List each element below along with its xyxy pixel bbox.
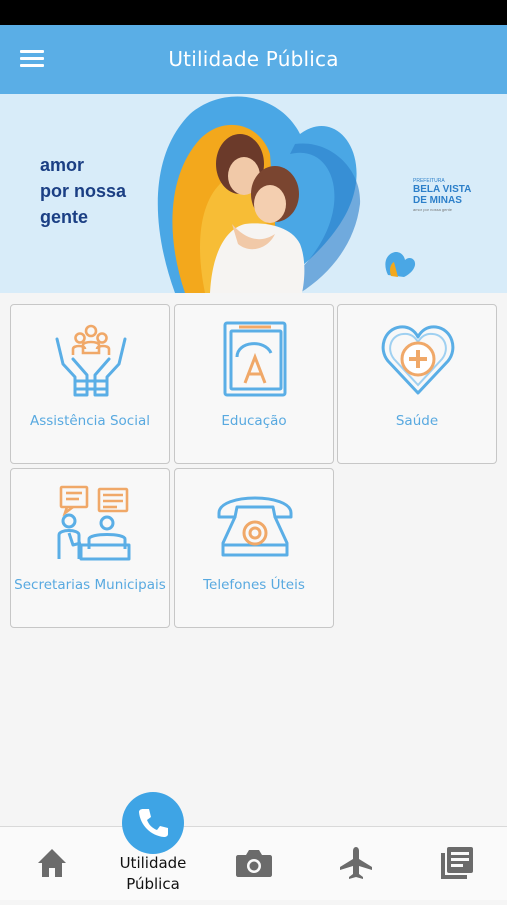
- banner-slogan-line: gente: [40, 207, 89, 227]
- app-bar: Utilidade Pública: [0, 25, 507, 94]
- tile-label: Saúde: [395, 413, 439, 429]
- nav-active-label: Utilidade Pública: [103, 853, 203, 895]
- nav-home[interactable]: [22, 827, 82, 901]
- page-title: Utilidade Pública: [168, 47, 339, 71]
- tile-secretarias-municipais[interactable]: Secretarias Municipais: [10, 468, 170, 628]
- nav-news[interactable]: [426, 827, 486, 901]
- status-bar: [0, 0, 507, 25]
- banner-slogan: amor por nossa gente: [40, 152, 126, 230]
- tile-saude[interactable]: Saúde: [337, 304, 497, 464]
- nav-active-label-line: Pública: [126, 875, 180, 893]
- logo-line-de-minas: DE MINAS: [413, 195, 462, 206]
- tile-label: Secretarias Municipais: [14, 577, 166, 593]
- news-icon: [441, 847, 473, 879]
- tile-telefones-uteis[interactable]: Telefones Úteis: [174, 468, 334, 628]
- tile-educacao[interactable]: Educação: [174, 304, 334, 464]
- tile-label: Educação: [221, 413, 287, 429]
- home-icon: [38, 849, 66, 877]
- city-logo-text: PREFEITURA BELA VISTA DE MINAS amor por …: [413, 178, 471, 214]
- banner-slogan-line: por nossa: [40, 181, 127, 201]
- telephone-icon: [217, 496, 293, 557]
- hands-people-icon: [55, 324, 127, 397]
- nav-tourism[interactable]: [326, 827, 386, 901]
- nav-active-label-line: Utilidade: [119, 854, 187, 872]
- tile-label: Telefones Úteis: [203, 577, 305, 593]
- camera-icon: [236, 850, 272, 877]
- logo-line-bela-vista: BELA VISTA: [413, 184, 472, 195]
- phone-icon: [139, 809, 168, 837]
- heart-plus-icon: [381, 325, 455, 395]
- logo-tagline: amor por nossa gente: [413, 207, 452, 212]
- banner: amor por nossa gente PREFEITURA BELA VIS…: [0, 94, 507, 293]
- nav-utilidade-publica[interactable]: [122, 792, 184, 854]
- airplane-icon: [340, 847, 372, 879]
- office-people-icon: [57, 485, 131, 561]
- tile-label: Assistência Social: [29, 413, 150, 429]
- book-icon: [223, 321, 287, 397]
- bottom-navigation: [0, 826, 507, 900]
- nav-camera[interactable]: [224, 827, 284, 901]
- tile-assistencia-social[interactable]: Assistência Social: [10, 304, 170, 464]
- banner-slogan-line: amor: [40, 155, 85, 175]
